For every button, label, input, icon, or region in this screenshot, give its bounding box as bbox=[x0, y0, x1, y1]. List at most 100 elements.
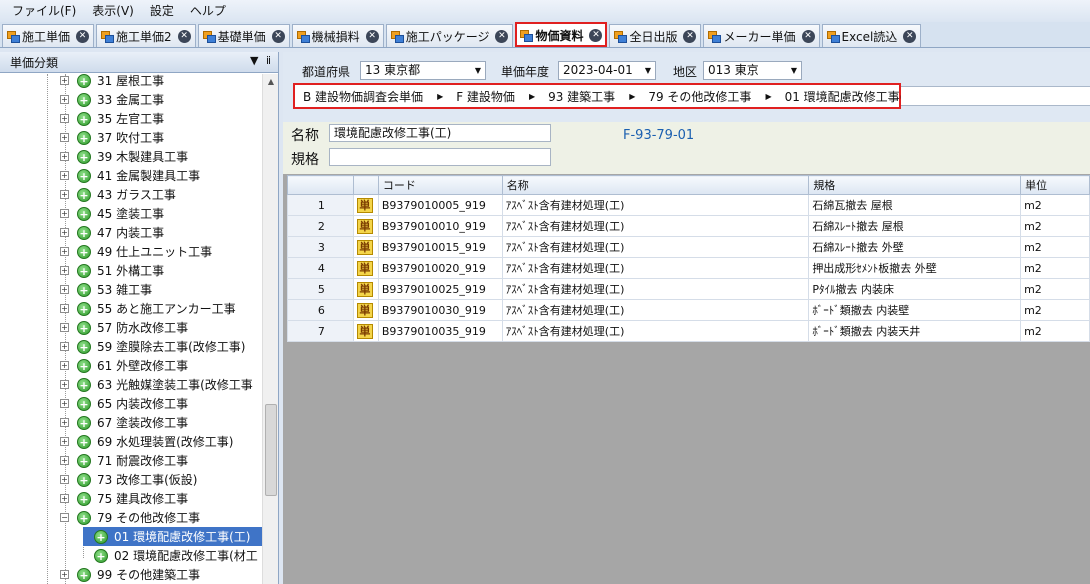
menu-view[interactable]: 表示(V) bbox=[84, 0, 142, 22]
breadcrumb-item[interactable]: 93 建築工事 bbox=[548, 88, 615, 105]
code-cell[interactable]: B9379010030_919 bbox=[377, 299, 503, 321]
close-icon[interactable]: ✕ bbox=[683, 29, 697, 43]
spec-cell[interactable]: ﾎﾞｰﾄﾞ類撤去 内装天井 bbox=[808, 320, 1022, 342]
expand-icon[interactable]: + bbox=[60, 95, 69, 104]
menu-settings[interactable]: 設定 bbox=[142, 0, 182, 22]
unit-cell[interactable]: m2 bbox=[1020, 320, 1090, 342]
row-type[interactable]: 単 bbox=[352, 194, 379, 216]
row-type[interactable]: 単 bbox=[352, 257, 379, 279]
code-cell[interactable]: B9379010005_919 bbox=[377, 194, 503, 216]
unit-cell[interactable]: m2 bbox=[1020, 236, 1090, 258]
expand-icon[interactable]: + bbox=[60, 171, 69, 180]
expand-icon[interactable]: + bbox=[60, 399, 69, 408]
tree-node[interactable]: + +65 内装改修工事 bbox=[0, 394, 262, 413]
tab-construction-package[interactable]: 施工パッケージ ✕ bbox=[385, 24, 514, 47]
row-number[interactable]: 4 bbox=[287, 257, 354, 279]
close-icon[interactable]: ✕ bbox=[271, 29, 285, 43]
tree-node[interactable]: + +57 防水改修工事 bbox=[0, 318, 262, 337]
close-icon[interactable]: ✕ bbox=[495, 29, 509, 43]
close-icon[interactable]: ✕ bbox=[903, 29, 917, 43]
unit-cell[interactable]: m2 bbox=[1020, 194, 1090, 216]
code-cell[interactable]: B9379010020_919 bbox=[377, 257, 503, 279]
tree-node[interactable]: +01 環境配慮改修工事(工) bbox=[83, 527, 262, 546]
row-number[interactable]: 7 bbox=[287, 320, 354, 342]
tree-node[interactable]: + +61 外壁改修工事 bbox=[0, 356, 262, 375]
tree-node[interactable]: + +35 左官工事 bbox=[0, 109, 262, 128]
row-type[interactable]: 単 bbox=[352, 299, 379, 321]
tree-node[interactable]: + +73 改修工事(仮設) bbox=[0, 470, 262, 489]
expand-icon[interactable]: + bbox=[60, 190, 69, 199]
tab-price-materials[interactable]: 物価資料 ✕ bbox=[515, 22, 608, 47]
tree-node[interactable]: + +33 金属工事 bbox=[0, 90, 262, 109]
expand-icon[interactable]: + bbox=[60, 475, 69, 484]
breadcrumb-item[interactable]: F 建設物価 bbox=[456, 88, 515, 105]
tree-node[interactable]: + +53 雑工事 bbox=[0, 280, 262, 299]
spec-cell[interactable]: Pﾀｲﾙ撤去 内装床 bbox=[808, 278, 1022, 300]
name-field[interactable]: 環境配慮改修工事(工) bbox=[329, 124, 551, 142]
column-header-icon[interactable] bbox=[352, 175, 379, 195]
tree-node[interactable]: + +43 ガラス工事 bbox=[0, 185, 262, 204]
expand-icon[interactable]: + bbox=[60, 285, 69, 294]
collapse-icon[interactable]: − bbox=[60, 513, 69, 522]
year-select[interactable]: 2023-04-01 ▼ bbox=[558, 61, 656, 80]
expand-icon[interactable]: + bbox=[60, 152, 69, 161]
name-cell[interactable]: ｱｽﾍﾞｽﾄ含有建材処理(工) bbox=[501, 215, 810, 237]
tab-construction-unit-price[interactable]: 施工単価 ✕ bbox=[2, 24, 95, 47]
name-cell[interactable]: ｱｽﾍﾞｽﾄ含有建材処理(工) bbox=[501, 257, 810, 279]
spec-cell[interactable]: ﾎﾞｰﾄﾞ類撤去 内装壁 bbox=[808, 299, 1022, 321]
expand-icon[interactable]: + bbox=[60, 437, 69, 446]
name-cell[interactable]: ｱｽﾍﾞｽﾄ含有建材処理(工) bbox=[501, 278, 810, 300]
tree-node[interactable]: + +31 屋根工事 bbox=[0, 74, 262, 90]
table-row[interactable]: 5 単 B9379010025_919 ｱｽﾍﾞｽﾄ含有建材処理(工) Pﾀｲﾙ撤去 内… bbox=[287, 278, 1090, 300]
unit-cell[interactable]: m2 bbox=[1020, 299, 1090, 321]
tab-basic-unit-price[interactable]: 基礎単価 ✕ bbox=[197, 24, 290, 47]
spec-cell[interactable]: 石綿ｽﾚｰﾄ撤去 屋根 bbox=[808, 215, 1022, 237]
expand-icon[interactable]: + bbox=[60, 266, 69, 275]
pin-icon[interactable]: ⅱ bbox=[266, 54, 271, 67]
row-number[interactable]: 3 bbox=[287, 236, 354, 258]
tab-machine-rental[interactable]: 機械損料 ✕ bbox=[291, 24, 384, 47]
table-row[interactable]: 4 単 B9379010020_919 ｱｽﾍﾞｽﾄ含有建材処理(工) 押出成形ｾﾒﾝﾄ… bbox=[287, 257, 1090, 279]
row-number[interactable]: 5 bbox=[287, 278, 354, 300]
column-header-code[interactable]: コード bbox=[377, 175, 503, 195]
table-row[interactable]: 7 単 B9379010035_919 ｱｽﾍﾞｽﾄ含有建材処理(工) ﾎﾞｰﾄﾞ類撤去… bbox=[287, 320, 1090, 342]
tab-maker-unit-price[interactable]: メーカー単価 ✕ bbox=[703, 24, 820, 47]
expand-icon[interactable]: + bbox=[60, 228, 69, 237]
table-row[interactable]: 2 単 B9379010010_919 ｱｽﾍﾞｽﾄ含有建材処理(工) 石綿ｽﾚｰﾄ撤去… bbox=[287, 215, 1090, 237]
expand-icon[interactable]: + bbox=[60, 323, 69, 332]
tree-node[interactable]: +02 環境配慮改修工事(材工 bbox=[0, 546, 262, 565]
column-header-rownum[interactable] bbox=[287, 175, 354, 195]
tree-node[interactable]: + +37 吹付工事 bbox=[0, 128, 262, 147]
tree-node[interactable]: + +51 外構工事 bbox=[0, 261, 262, 280]
prefecture-select[interactable]: 13 東京都 ▼ bbox=[360, 61, 486, 80]
menu-file[interactable]: ファイル(F) bbox=[4, 0, 84, 22]
breadcrumb-item[interactable]: 79 その他改修工事 bbox=[648, 88, 751, 105]
expand-icon[interactable]: + bbox=[60, 456, 69, 465]
name-cell[interactable]: ｱｽﾍﾞｽﾄ含有建材処理(工) bbox=[501, 194, 810, 216]
expand-icon[interactable]: + bbox=[60, 114, 69, 123]
table-row[interactable]: 1 単 B9379010005_919 ｱｽﾍﾞｽﾄ含有建材処理(工) 石綿瓦撤去 屋根… bbox=[287, 194, 1090, 216]
unit-cell[interactable]: m2 bbox=[1020, 278, 1090, 300]
expand-icon[interactable]: + bbox=[60, 304, 69, 313]
unit-cell[interactable]: m2 bbox=[1020, 257, 1090, 279]
expand-icon[interactable]: + bbox=[60, 570, 69, 579]
expand-icon[interactable]: + bbox=[60, 247, 69, 256]
name-cell[interactable]: ｱｽﾍﾞｽﾄ含有建材処理(工) bbox=[501, 320, 810, 342]
tab-construction-unit-price-2[interactable]: 施工単価2 ✕ bbox=[96, 24, 196, 47]
tree-scrollbar[interactable]: ▲ bbox=[262, 74, 278, 584]
expand-icon[interactable]: + bbox=[60, 76, 69, 85]
close-icon[interactable]: ✕ bbox=[365, 29, 379, 43]
tree-node[interactable]: + +45 塗装工事 bbox=[0, 204, 262, 223]
table-row[interactable]: 6 単 B9379010030_919 ｱｽﾍﾞｽﾄ含有建材処理(工) ﾎﾞｰﾄﾞ類撤去… bbox=[287, 299, 1090, 321]
expand-icon[interactable]: + bbox=[60, 133, 69, 142]
unit-cell[interactable]: m2 bbox=[1020, 215, 1090, 237]
scroll-up-icon[interactable]: ▲ bbox=[263, 74, 279, 90]
expand-icon[interactable]: + bbox=[60, 342, 69, 351]
code-cell[interactable]: B9379010025_919 bbox=[377, 278, 503, 300]
column-header-unit[interactable]: 単位 bbox=[1020, 175, 1090, 195]
breadcrumb-item[interactable]: B 建設物価調査会単価 bbox=[303, 88, 423, 105]
menu-help[interactable]: ヘルプ bbox=[182, 0, 234, 22]
tab-excel-import[interactable]: Excel読込 ✕ bbox=[821, 24, 922, 47]
tree-node[interactable]: + +63 光触媒塗装工事(改修工事 bbox=[0, 375, 262, 394]
area-select[interactable]: 013 東京 ▼ bbox=[703, 61, 802, 80]
